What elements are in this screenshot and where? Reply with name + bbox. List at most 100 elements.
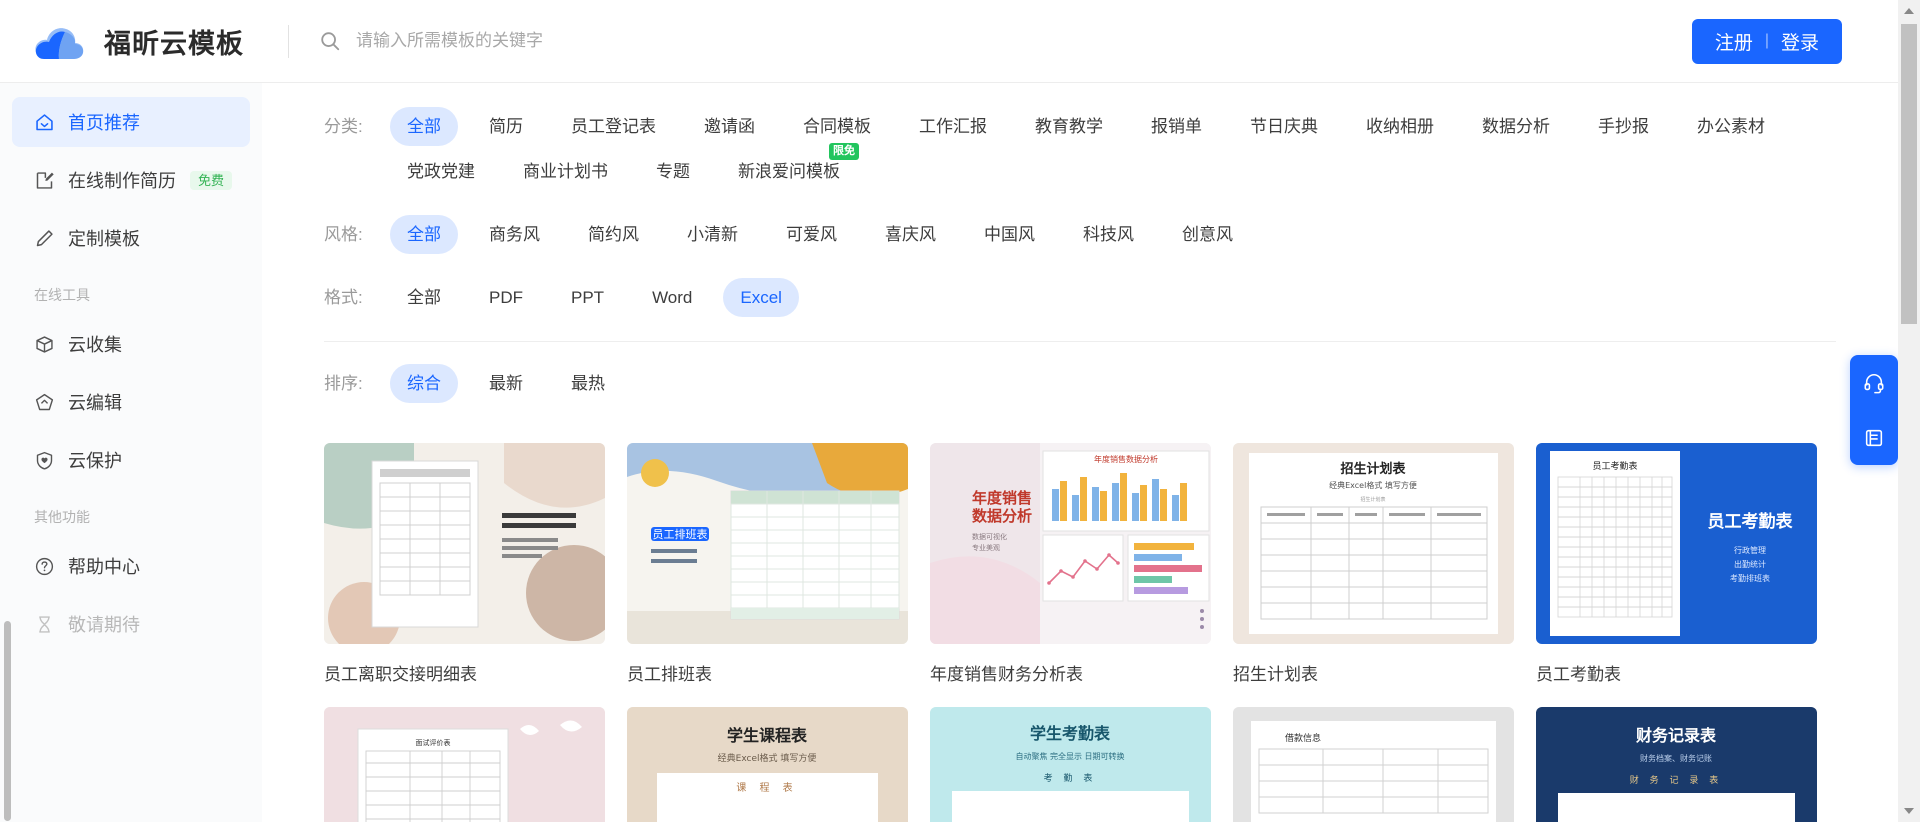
chip-category-14[interactable]: 商业计划书: [506, 152, 625, 191]
chip-format-0[interactable]: 全部: [390, 278, 458, 317]
chip-style-3[interactable]: 小清新: [670, 215, 755, 254]
template-title: 员工离职交接明细表: [324, 660, 605, 685]
arrow-down-icon[interactable]: [1898, 800, 1920, 822]
vertical-scrollbar[interactable]: [1898, 0, 1920, 822]
chip-category-13[interactable]: 党政党建: [390, 152, 492, 191]
chip-style-4[interactable]: 可爱风: [769, 215, 854, 254]
headset-icon[interactable]: [1859, 368, 1889, 398]
svg-text:自动聚焦 完全显示 日期可转换: 自动聚焦 完全显示 日期可转换: [1015, 751, 1124, 761]
chip-category-4[interactable]: 合同模板: [786, 107, 888, 146]
template-card[interactable]: 招生计划表 经典Excel格式 填写方便 招生计划表: [1233, 443, 1514, 685]
sidebar-item-cloud-protect[interactable]: 云保护: [12, 435, 250, 485]
search-box[interactable]: [319, 30, 1692, 52]
sidebar-item-label: 帮助中心: [68, 553, 140, 579]
template-card[interactable]: 员工排班表 员工排班表: [627, 443, 908, 685]
header-divider: [288, 25, 289, 58]
chip-category-2[interactable]: 员工登记表: [554, 107, 673, 146]
filter-items-category: 全部 简历 员工登记表 邀请函 合同模板 工作汇报 教育教学 报销单 节日庆典 …: [390, 107, 1808, 197]
chip-style-7[interactable]: 科技风: [1066, 215, 1151, 254]
chip-category-5[interactable]: 工作汇报: [902, 107, 1004, 146]
chip-style-8[interactable]: 创意风: [1165, 215, 1250, 254]
sidebar-item-resume[interactable]: 在线制作简历 免费: [12, 155, 250, 205]
sidebar-item-cloud-collect[interactable]: 云收集: [12, 319, 250, 369]
chip-category-12[interactable]: 办公素材: [1680, 107, 1782, 146]
sidebar-item-cloud-edit[interactable]: 云编辑: [12, 377, 250, 427]
sidebar: 首页推荐 在线制作简历 免费 定制模板 在线工具: [0, 83, 262, 822]
chip-label: 专题: [656, 162, 690, 181]
chip-style-1[interactable]: 商务风: [472, 215, 557, 254]
cloud-icon: [32, 20, 88, 62]
template-card[interactable]: 员工离职交接明细表: [324, 443, 605, 685]
chip-category-9[interactable]: 收纳相册: [1349, 107, 1451, 146]
search-input[interactable]: [356, 31, 856, 51]
template-card[interactable]: 年度销售数据分析: [930, 443, 1211, 685]
template-thumbnail: 年度销售数据分析: [930, 443, 1211, 644]
sidebar-item-home[interactable]: 首页推荐: [12, 97, 250, 147]
chip-label: 数据分析: [1482, 117, 1550, 136]
chip-label: 可爱风: [786, 225, 837, 244]
chip-label: 全部: [407, 225, 441, 244]
home-icon: [34, 112, 55, 133]
chip-sort-2[interactable]: 最热: [554, 364, 622, 403]
template-card[interactable]: 面试评价表 面试评价表: [324, 707, 605, 822]
chip-label: 合同模板: [803, 117, 871, 136]
template-thumbnail: 员工考勤表: [1536, 443, 1817, 644]
chip-style-5[interactable]: 喜庆风: [868, 215, 953, 254]
filter-row-style: 风格: 全部 商务风 简约风 小清新 可爱风 喜庆风 中国风 科技风 创意风: [324, 215, 1898, 260]
svg-text:考 勤 表: 考 勤 表: [1044, 772, 1097, 784]
chip-format-4[interactable]: Excel: [723, 278, 799, 317]
status-badge: 免费: [190, 171, 232, 190]
chip-category-16[interactable]: 新浪爱问模板 限免: [721, 152, 857, 191]
template-card[interactable]: 员工考勤表: [1536, 443, 1817, 685]
template-thumbnail: [324, 443, 605, 644]
svg-text:员工考勤表: 员工考勤表: [1592, 460, 1637, 472]
chip-sort-1[interactable]: 最新: [472, 364, 540, 403]
sidebar-item-custom-template[interactable]: 定制模板: [12, 213, 250, 263]
svg-text:员工排班表: 员工排班表: [653, 527, 708, 541]
chip-format-3[interactable]: Word: [635, 278, 709, 317]
template-card[interactable]: 借款信息 借款信息: [1233, 707, 1514, 822]
chip-category-8[interactable]: 节日庆典: [1233, 107, 1335, 146]
chip-format-2[interactable]: PPT: [554, 278, 621, 317]
scrollbar-thumb[interactable]: [1901, 24, 1917, 324]
svg-text:经典Excel格式 填写方便: 经典Excel格式 填写方便: [718, 752, 817, 764]
chip-label: 创意风: [1182, 225, 1233, 244]
book-icon[interactable]: [1859, 423, 1889, 453]
chip-category-10[interactable]: 数据分析: [1465, 107, 1567, 146]
chip-style-2[interactable]: 简约风: [571, 215, 656, 254]
chip-category-15[interactable]: 专题: [639, 152, 707, 191]
question-circle-icon: [34, 556, 55, 577]
chip-format-1[interactable]: PDF: [472, 278, 540, 317]
chip-category-6[interactable]: 教育教学: [1018, 107, 1120, 146]
template-thumbnail: 员工排班表: [627, 443, 908, 644]
app-header: 福昕云模板 注册 | 登录: [0, 0, 1898, 83]
sidebar-scrollbar[interactable]: [4, 621, 11, 821]
chip-category-11[interactable]: 手抄报: [1581, 107, 1666, 146]
chip-style-6[interactable]: 中国风: [967, 215, 1052, 254]
filter-items-style: 全部 商务风 简约风 小清新 可爱风 喜庆风 中国风 科技风 创意风: [390, 215, 1808, 260]
logo[interactable]: 福昕云模板: [32, 20, 244, 62]
chip-label: 员工登记表: [571, 117, 656, 136]
arrow-up-icon[interactable]: [1898, 0, 1920, 22]
chip-style-0[interactable]: 全部: [390, 215, 458, 254]
register-label: 注册: [1715, 28, 1753, 55]
template-card[interactable]: 财务记录表 财务档案、财务记账 财 务 记 录 表 财务记录表: [1536, 707, 1817, 822]
svg-text:专业美观: 专业美观: [972, 543, 1000, 552]
template-title: 招生计划表: [1233, 660, 1514, 685]
edit-doc-icon: [34, 170, 55, 191]
chip-category-7[interactable]: 报销单: [1134, 107, 1219, 146]
template-card[interactable]: 学生课程表 经典Excel格式 填写方便 课 程 表 学生课程表: [627, 707, 908, 822]
auth-button[interactable]: 注册 | 登录: [1692, 19, 1842, 64]
chip-label: PDF: [489, 288, 523, 307]
chip-sort-0[interactable]: 综合: [390, 364, 458, 403]
svg-text:学生课程表: 学生课程表: [727, 726, 808, 745]
chip-category-1[interactable]: 简历: [472, 107, 540, 146]
template-card[interactable]: 学生考勤表 自动聚焦 完全显示 日期可转换 考 勤 表 学生考勤表: [930, 707, 1211, 822]
chip-category-3[interactable]: 邀请函: [687, 107, 772, 146]
chip-label: 喜庆风: [885, 225, 936, 244]
sidebar-item-help-center[interactable]: 帮助中心: [12, 541, 250, 591]
chip-category-0[interactable]: 全部: [390, 107, 458, 146]
floating-action-panel: [1850, 355, 1898, 465]
svg-text:财务记录表: 财务记录表: [1635, 726, 1717, 745]
filter-row-format: 格式: 全部 PDF PPT Word Excel: [324, 278, 1898, 323]
